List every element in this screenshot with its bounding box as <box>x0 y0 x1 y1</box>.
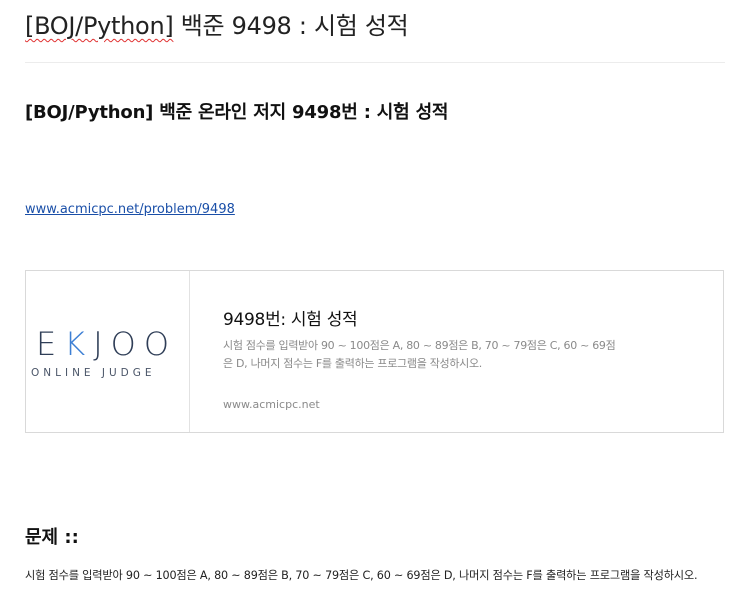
logo-subtitle: ONLINE JUDGE <box>31 367 156 379</box>
post-subheading: [BOJ/Python] 백준 온라인 저지 9498번 : 시험 성적 <box>25 102 449 123</box>
logo-letter-e: E <box>36 325 65 363</box>
link-preview-card[interactable]: EKJOO ONLINE JUDGE 9498번: 시험 성적 시험 점수를 입… <box>25 270 724 433</box>
problem-body-text: 시험 점수를 입력받아 90 ~ 100점은 A, 80 ~ 89점은 B, 7… <box>25 569 698 582</box>
post-title-rest: 백준 9498 : 시험 성적 <box>173 12 409 40</box>
post-title-prefix: [BOJ/Python] <box>25 12 174 40</box>
card-thumbnail: EKJOO ONLINE JUDGE <box>26 271 190 432</box>
post-title: [BOJ/Python] 백준 9498 : 시험 성적 <box>25 6 409 41</box>
title-divider <box>25 62 725 63</box>
logo-letter-k: K <box>64 325 94 363</box>
problem-link[interactable]: www.acmicpc.net/problem/9498 <box>25 202 235 217</box>
card-url: www.acmicpc.net <box>223 398 320 411</box>
card-description: 시험 점수를 입력받아 90 ~ 100점은 A, 80 ~ 89점은 B, 7… <box>223 339 616 370</box>
problem-section-heading: 문제 :: <box>25 527 79 548</box>
logo-letters-joo: JOO <box>93 325 178 363</box>
ekjoo-logo: EKJOO <box>36 325 177 363</box>
card-title: 9498번: 시험 성적 <box>223 310 358 330</box>
